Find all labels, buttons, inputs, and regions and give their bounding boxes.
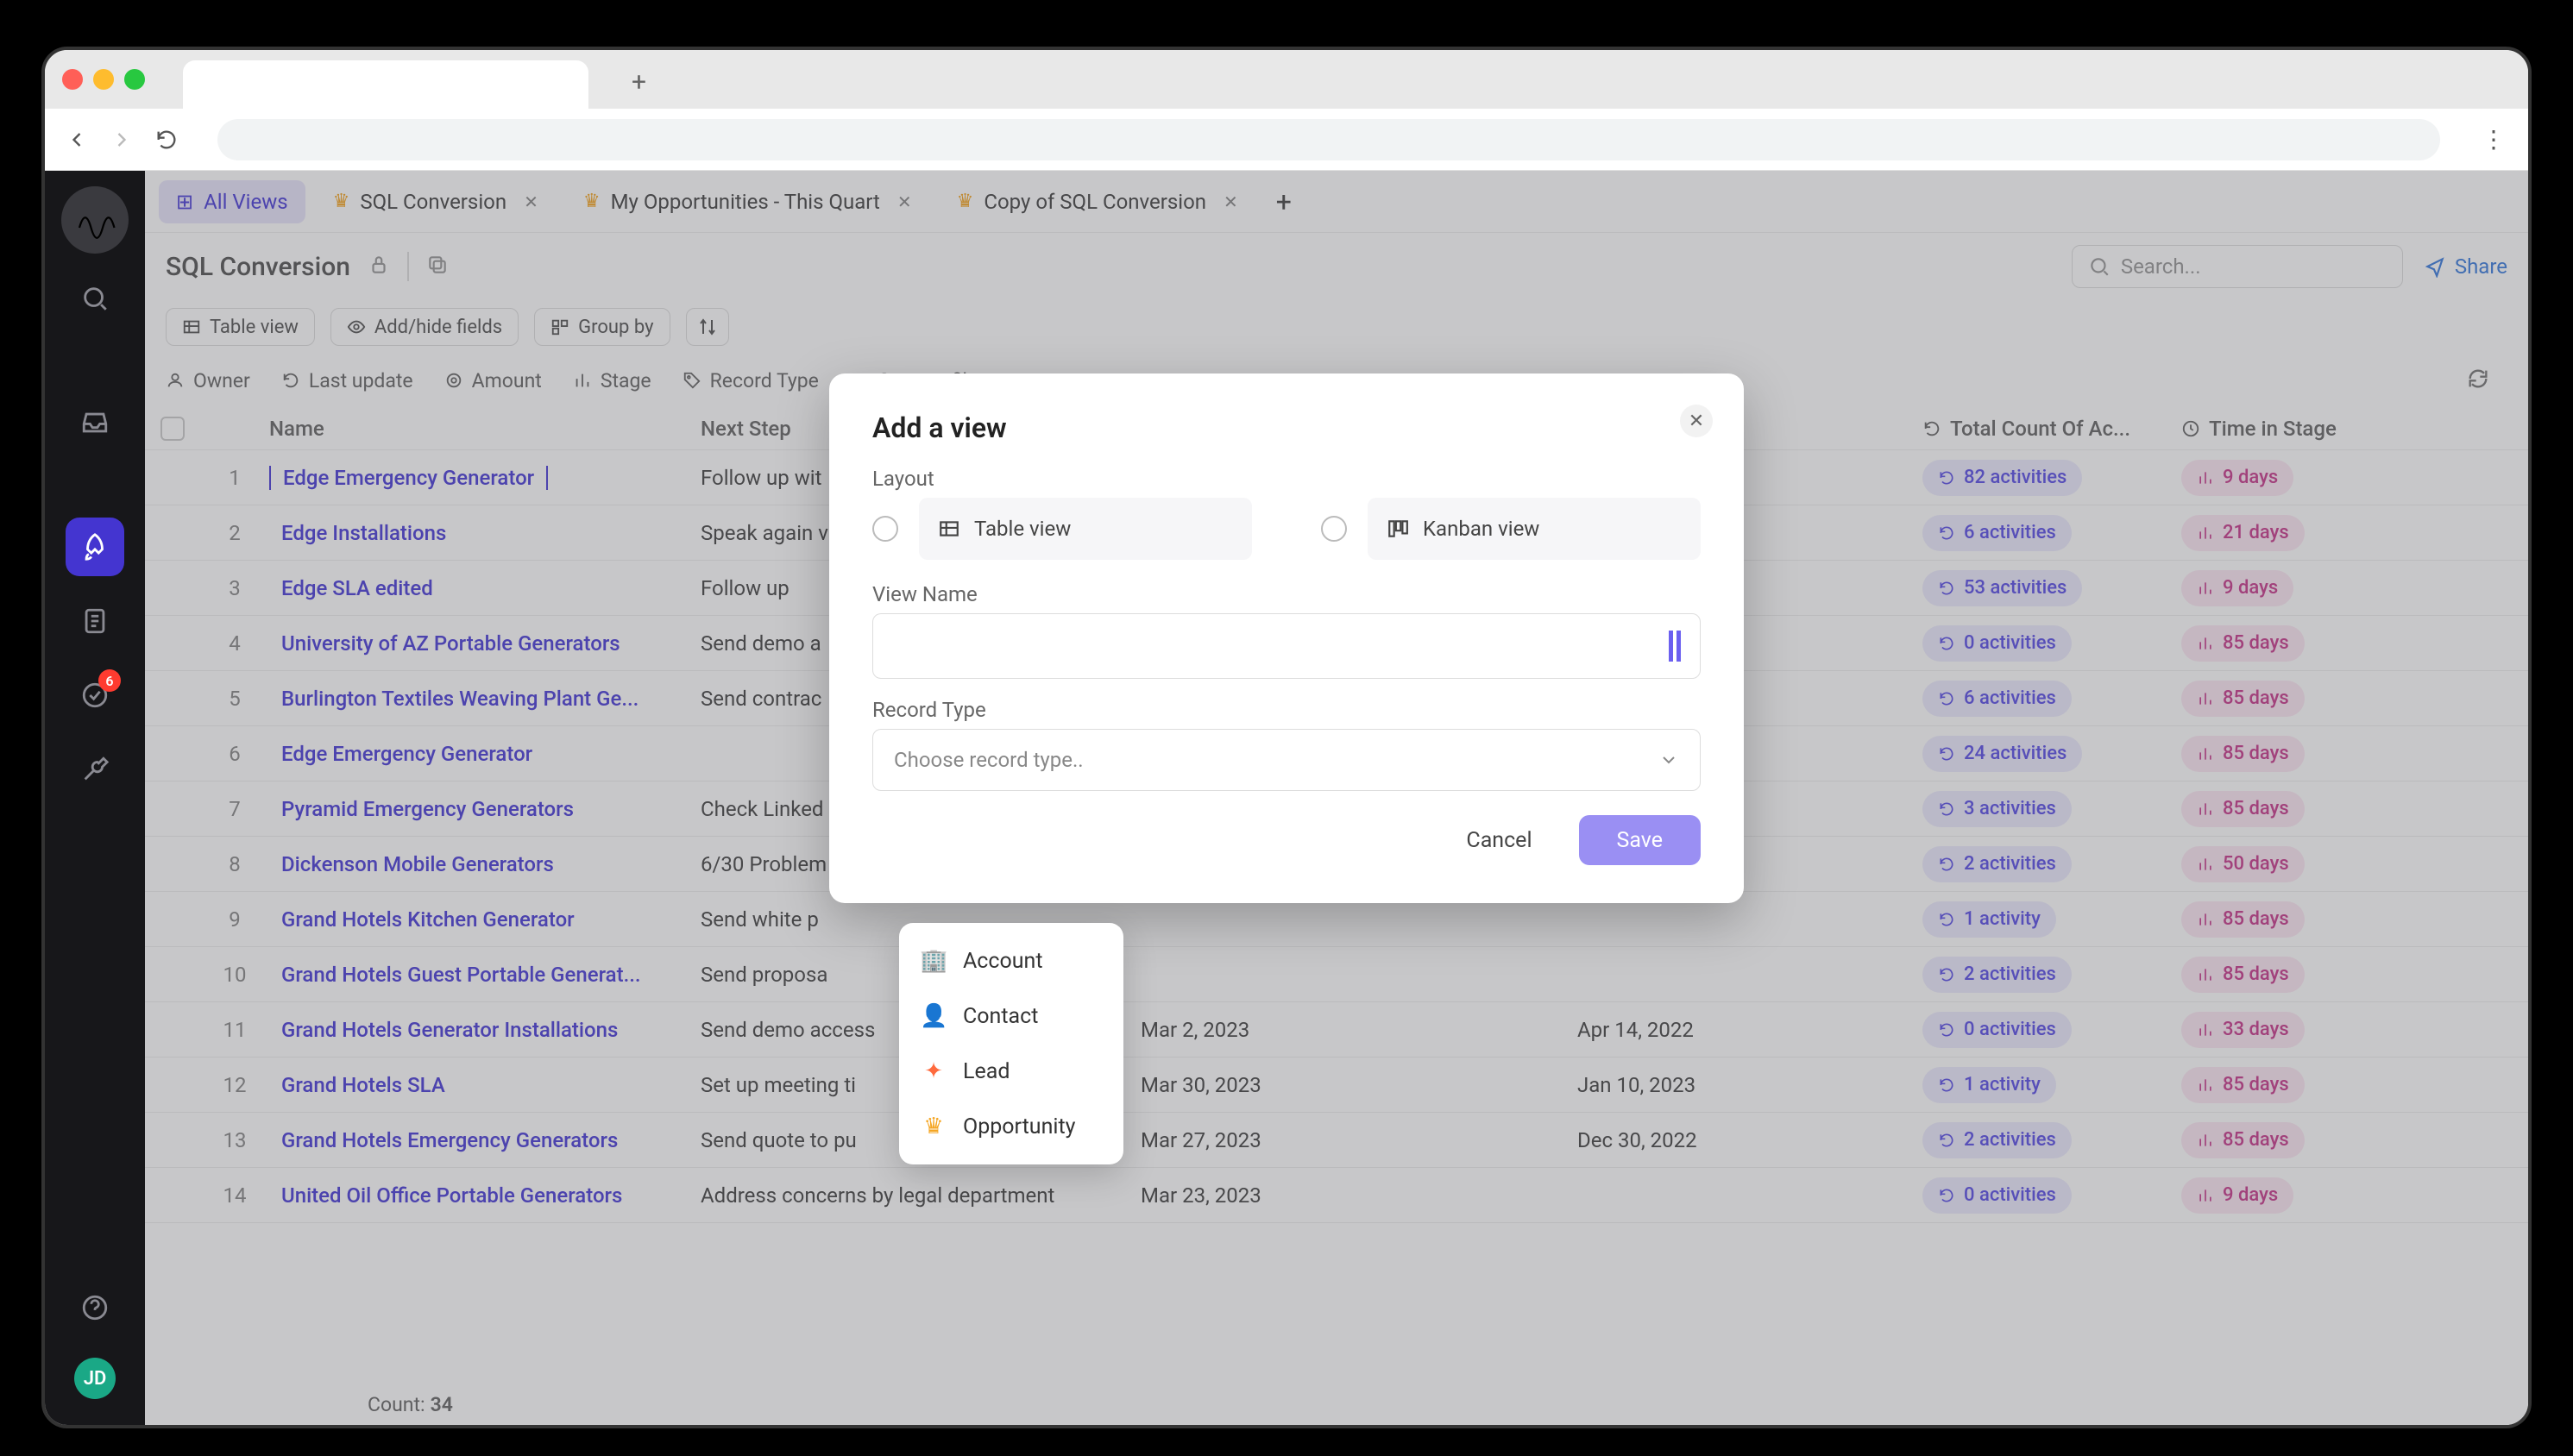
record-type-label: Record Type — [872, 698, 1701, 722]
help-icon[interactable] — [66, 1278, 124, 1337]
cancel-button[interactable]: Cancel — [1428, 815, 1570, 865]
tasks-badge: 6 — [98, 669, 121, 692]
kanban-icon — [1387, 518, 1409, 540]
dropdown-item-contact[interactable]: 👤 Contact — [899, 988, 1123, 1044]
browser-tab[interactable] — [183, 60, 588, 109]
settings-wrench-icon[interactable] — [66, 740, 124, 799]
view-name-input[interactable] — [872, 613, 1701, 679]
browser-menu-button[interactable]: ⋮ — [2476, 125, 2511, 154]
dropdown-label: Contact — [963, 1004, 1038, 1029]
reload-button[interactable] — [152, 125, 181, 154]
layout-option-label: Kanban view — [1423, 517, 1539, 541]
browser-chrome-top: + — [45, 50, 2528, 109]
radio-button[interactable] — [872, 516, 898, 542]
browser-url-bar: ⋮ — [45, 109, 2528, 171]
search-icon[interactable] — [66, 269, 124, 328]
radio-button[interactable] — [1321, 516, 1347, 542]
layout-label: Layout — [872, 467, 1701, 491]
notes-icon[interactable] — [66, 592, 124, 650]
back-button[interactable] — [62, 125, 91, 154]
rocket-icon[interactable] — [66, 518, 124, 576]
dropdown-label: Lead — [963, 1059, 1010, 1084]
forward-button[interactable] — [107, 125, 136, 154]
app-sidebar: 6 JD — [45, 171, 145, 1425]
contact-icon: 👤 — [920, 1003, 947, 1029]
dropdown-item-opportunity[interactable]: ♛ Opportunity — [899, 1099, 1123, 1154]
chevron-down-icon — [1658, 750, 1679, 770]
table-view-option[interactable]: Table view — [872, 498, 1252, 560]
new-browser-tab-button[interactable]: + — [632, 67, 646, 97]
dropdown-item-lead[interactable]: ✦ Lead — [899, 1044, 1123, 1099]
inbox-icon[interactable] — [66, 393, 124, 452]
record-type-select[interactable]: Choose record type.. — [872, 729, 1701, 791]
minimize-window-button[interactable] — [93, 69, 114, 90]
app-logo[interactable] — [61, 186, 129, 254]
table-icon — [938, 518, 960, 540]
modal-title: Add a view — [872, 411, 1701, 444]
kanban-view-option[interactable]: Kanban view — [1321, 498, 1701, 560]
select-placeholder: Choose record type.. — [894, 748, 1084, 772]
modal-close-button[interactable]: ✕ — [1680, 405, 1713, 437]
layout-option-label: Table view — [974, 517, 1071, 541]
tasks-icon[interactable]: 6 — [66, 666, 124, 725]
save-button[interactable]: Save — [1579, 815, 1701, 865]
lead-icon: ✦ — [920, 1058, 947, 1084]
maximize-window-button[interactable] — [124, 69, 145, 90]
dropdown-label: Opportunity — [963, 1114, 1075, 1139]
dropdown-label: Account — [963, 949, 1043, 974]
traffic-lights — [62, 69, 145, 90]
view-name-label: View Name — [872, 582, 1701, 606]
crown-icon: ♛ — [920, 1114, 947, 1139]
dropdown-item-account[interactable]: 🏢 Account — [899, 933, 1123, 988]
add-view-modal: ✕ Add a view Layout Table view Kanban vi… — [829, 373, 1744, 903]
record-type-dropdown: 🏢 Account 👤 Contact ✦ Lead ♛ Opportunity — [899, 923, 1123, 1164]
building-icon: 🏢 — [920, 948, 947, 974]
address-bar[interactable] — [217, 119, 2440, 160]
close-window-button[interactable] — [62, 69, 83, 90]
user-avatar[interactable]: JD — [74, 1358, 116, 1399]
